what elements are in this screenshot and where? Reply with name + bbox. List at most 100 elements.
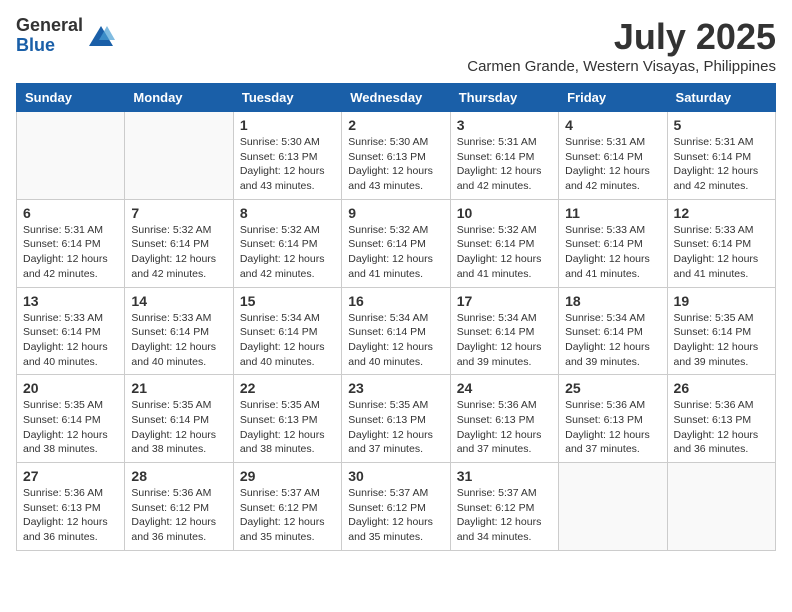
- calendar-cell: 6 Sunrise: 5:31 AM Sunset: 6:14 PM Daylig…: [17, 199, 125, 287]
- column-header-thursday: Thursday: [450, 84, 558, 112]
- day-info: Sunrise: 5:34 AM Sunset: 6:14 PM Dayligh…: [240, 311, 335, 370]
- day-number: 2: [348, 117, 443, 133]
- day-info: Sunrise: 5:31 AM Sunset: 6:14 PM Dayligh…: [565, 135, 660, 194]
- day-number: 1: [240, 117, 335, 133]
- calendar-cell: 16 Sunrise: 5:34 AM Sunset: 6:14 PM Dayli…: [342, 287, 450, 375]
- day-info: Sunrise: 5:37 AM Sunset: 6:12 PM Dayligh…: [348, 486, 443, 545]
- day-info: Sunrise: 5:36 AM Sunset: 6:12 PM Dayligh…: [131, 486, 226, 545]
- day-info: Sunrise: 5:32 AM Sunset: 6:14 PM Dayligh…: [240, 223, 335, 282]
- day-info: Sunrise: 5:32 AM Sunset: 6:14 PM Dayligh…: [457, 223, 552, 282]
- logo-general: General: [16, 16, 83, 36]
- day-number: 3: [457, 117, 552, 133]
- day-number: 25: [565, 380, 660, 396]
- column-header-monday: Monday: [125, 84, 233, 112]
- calendar-cell: 1 Sunrise: 5:30 AM Sunset: 6:13 PM Daylig…: [233, 112, 341, 200]
- calendar-cell: 12Sunrise: 5:33 AM Sunset: 6:14 PM Dayli…: [667, 199, 775, 287]
- day-number: 26: [674, 380, 769, 396]
- day-info: Sunrise: 5:31 AM Sunset: 6:14 PM Dayligh…: [674, 135, 769, 194]
- day-info: Sunrise: 5:36 AM Sunset: 6:13 PM Dayligh…: [565, 398, 660, 457]
- calendar-table: SundayMondayTuesdayWednesdayThursdayFrid…: [16, 83, 776, 551]
- day-number: 19: [674, 293, 769, 309]
- calendar-cell: 17Sunrise: 5:34 AM Sunset: 6:14 PM Dayli…: [450, 287, 558, 375]
- calendar-cell: 27 Sunrise: 5:36 AM Sunset: 6:13 PM Dayli…: [17, 463, 125, 551]
- day-info: Sunrise: 5:33 AM Sunset: 6:14 PM Dayligh…: [674, 223, 769, 282]
- calendar-cell: 19 Sunrise: 5:35 AM Sunset: 6:14 PM Dayli…: [667, 287, 775, 375]
- month-title: July 2025: [467, 16, 776, 58]
- day-number: 9: [348, 205, 443, 221]
- logo-icon: [87, 22, 115, 50]
- calendar-cell: 20Sunrise: 5:35 AM Sunset: 6:14 PM Dayli…: [17, 375, 125, 463]
- calendar-cell: 30Sunrise: 5:37 AM Sunset: 6:12 PM Dayli…: [342, 463, 450, 551]
- calendar-cell: 25 Sunrise: 5:36 AM Sunset: 6:13 PM Dayli…: [559, 375, 667, 463]
- calendar-cell: [667, 463, 775, 551]
- day-number: 8: [240, 205, 335, 221]
- column-header-friday: Friday: [559, 84, 667, 112]
- location-title: Carmen Grande, Western Visayas, Philippi…: [467, 58, 776, 75]
- logo-blue: Blue: [16, 36, 83, 56]
- day-info: Sunrise: 5:31 AM Sunset: 6:14 PM Dayligh…: [457, 135, 552, 194]
- day-info: Sunrise: 5:32 AM Sunset: 6:14 PM Dayligh…: [348, 223, 443, 282]
- calendar-week-row: 13 Sunrise: 5:33 AM Sunset: 6:14 PM Dayli…: [17, 287, 776, 375]
- calendar-week-row: 20Sunrise: 5:35 AM Sunset: 6:14 PM Dayli…: [17, 375, 776, 463]
- day-number: 24: [457, 380, 552, 396]
- calendar-cell: 3 Sunrise: 5:31 AM Sunset: 6:14 PM Daylig…: [450, 112, 558, 200]
- day-info: Sunrise: 5:35 AM Sunset: 6:13 PM Dayligh…: [240, 398, 335, 457]
- calendar-cell: [17, 112, 125, 200]
- calendar-cell: 7Sunrise: 5:32 AM Sunset: 6:14 PM Daylig…: [125, 199, 233, 287]
- day-info: Sunrise: 5:30 AM Sunset: 6:13 PM Dayligh…: [348, 135, 443, 194]
- calendar-cell: 23Sunrise: 5:35 AM Sunset: 6:13 PM Dayli…: [342, 375, 450, 463]
- calendar-week-row: 6 Sunrise: 5:31 AM Sunset: 6:14 PM Daylig…: [17, 199, 776, 287]
- day-number: 6: [23, 205, 118, 221]
- day-info: Sunrise: 5:33 AM Sunset: 6:14 PM Dayligh…: [565, 223, 660, 282]
- column-header-saturday: Saturday: [667, 84, 775, 112]
- day-number: 13: [23, 293, 118, 309]
- day-info: Sunrise: 5:34 AM Sunset: 6:14 PM Dayligh…: [565, 311, 660, 370]
- logo: General Blue: [16, 16, 115, 56]
- calendar-cell: 8 Sunrise: 5:32 AM Sunset: 6:14 PM Daylig…: [233, 199, 341, 287]
- calendar-cell: 31 Sunrise: 5:37 AM Sunset: 6:12 PM Dayli…: [450, 463, 558, 551]
- day-info: Sunrise: 5:37 AM Sunset: 6:12 PM Dayligh…: [240, 486, 335, 545]
- day-info: Sunrise: 5:35 AM Sunset: 6:14 PM Dayligh…: [674, 311, 769, 370]
- day-number: 4: [565, 117, 660, 133]
- day-number: 5: [674, 117, 769, 133]
- day-info: Sunrise: 5:36 AM Sunset: 6:13 PM Dayligh…: [457, 398, 552, 457]
- day-number: 15: [240, 293, 335, 309]
- calendar-cell: [125, 112, 233, 200]
- day-number: 16: [348, 293, 443, 309]
- calendar-cell: 13Sunrise: 5:33 AM Sunset: 6:14 PM Dayli…: [17, 287, 125, 375]
- page-header: General Blue July 2025 Carmen Grande, We…: [16, 16, 776, 75]
- day-number: 18: [565, 293, 660, 309]
- day-info: Sunrise: 5:35 AM Sunset: 6:14 PM Dayligh…: [23, 398, 118, 457]
- calendar-cell: [559, 463, 667, 551]
- day-info: Sunrise: 5:35 AM Sunset: 6:13 PM Dayligh…: [348, 398, 443, 457]
- calendar-cell: 24 Sunrise: 5:36 AM Sunset: 6:13 PM Dayli…: [450, 375, 558, 463]
- logo-text: General Blue: [16, 16, 83, 56]
- calendar-cell: 9 Sunrise: 5:32 AM Sunset: 6:14 PM Daylig…: [342, 199, 450, 287]
- day-number: 31: [457, 468, 552, 484]
- calendar-cell: 4 Sunrise: 5:31 AM Sunset: 6:14 PM Daylig…: [559, 112, 667, 200]
- day-info: Sunrise: 5:37 AM Sunset: 6:12 PM Dayligh…: [457, 486, 552, 545]
- day-number: 11: [565, 205, 660, 221]
- day-info: Sunrise: 5:34 AM Sunset: 6:14 PM Dayligh…: [457, 311, 552, 370]
- calendar-cell: 10 Sunrise: 5:32 AM Sunset: 6:14 PM Dayli…: [450, 199, 558, 287]
- day-info: Sunrise: 5:30 AM Sunset: 6:13 PM Dayligh…: [240, 135, 335, 194]
- day-info: Sunrise: 5:32 AM Sunset: 6:14 PM Dayligh…: [131, 223, 226, 282]
- column-header-tuesday: Tuesday: [233, 84, 341, 112]
- day-info: Sunrise: 5:31 AM Sunset: 6:14 PM Dayligh…: [23, 223, 118, 282]
- calendar-cell: 11 Sunrise: 5:33 AM Sunset: 6:14 PM Dayli…: [559, 199, 667, 287]
- calendar-cell: 15 Sunrise: 5:34 AM Sunset: 6:14 PM Dayli…: [233, 287, 341, 375]
- day-number: 28: [131, 468, 226, 484]
- day-number: 10: [457, 205, 552, 221]
- calendar-cell: 14Sunrise: 5:33 AM Sunset: 6:14 PM Dayli…: [125, 287, 233, 375]
- day-info: Sunrise: 5:34 AM Sunset: 6:14 PM Dayligh…: [348, 311, 443, 370]
- column-header-sunday: Sunday: [17, 84, 125, 112]
- day-info: Sunrise: 5:36 AM Sunset: 6:13 PM Dayligh…: [23, 486, 118, 545]
- calendar-cell: 18 Sunrise: 5:34 AM Sunset: 6:14 PM Dayli…: [559, 287, 667, 375]
- calendar-cell: 29 Sunrise: 5:37 AM Sunset: 6:12 PM Dayli…: [233, 463, 341, 551]
- day-info: Sunrise: 5:33 AM Sunset: 6:14 PM Dayligh…: [131, 311, 226, 370]
- calendar-header-row: SundayMondayTuesdayWednesdayThursdayFrid…: [17, 84, 776, 112]
- day-number: 27: [23, 468, 118, 484]
- day-number: 29: [240, 468, 335, 484]
- calendar-cell: 21Sunrise: 5:35 AM Sunset: 6:14 PM Dayli…: [125, 375, 233, 463]
- calendar-cell: 22Sunrise: 5:35 AM Sunset: 6:13 PM Dayli…: [233, 375, 341, 463]
